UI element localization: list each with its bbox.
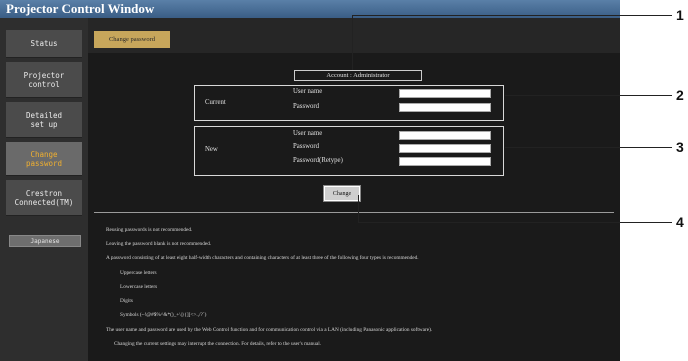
new-password-retype-input[interactable] [399,157,491,166]
current-user-name-input[interactable] [399,89,491,98]
new-user-name-label: User name [293,130,323,137]
sidebar-item-status[interactable]: Status [6,30,82,58]
sidebar-item-change-password[interactable]: Change password [6,142,82,176]
callout-1-leader [352,15,353,70]
callout-3-leader [505,147,672,148]
callout-2-leader [505,95,672,96]
note-sub-item: Symbols (~!@#$%^&*()_+\|}{][<>.,/?`) [120,312,207,318]
current-password-label: Password [293,103,320,110]
note-item: Changing the current settings may interr… [114,341,322,347]
callout-1-leader [352,15,672,16]
callout-number: 3 [676,139,684,155]
note-item: Reusing passwords is not recommended. [106,227,193,233]
note-item: The user name and password are used by t… [106,327,433,333]
callout-number: 2 [676,87,684,103]
new-credentials-box: New User name Password Password(Retype) [194,126,504,176]
current-label: Current [205,99,226,106]
divider [94,212,614,213]
current-credentials-box: Current User name Password [194,85,504,121]
sidebar-item-detailed-set-up[interactable]: Detailed set up [6,102,82,138]
account-label: Account : Administrator [294,70,422,81]
sidebar-item-crestron-connected[interactable]: Crestron Connected(TM) [6,180,82,216]
sidebar-item-projector-control[interactable]: Projector control [6,62,82,98]
projector-control-window: Projector Control Window Status Projecto… [0,0,620,361]
current-password-input[interactable] [399,103,491,112]
window-title: Projector Control Window [6,1,155,16]
note-item: A password consisting of at least eight … [106,255,419,261]
change-button[interactable]: Change [324,186,360,201]
new-password-retype-label: Password(Retype) [293,157,343,164]
callout-4-leader [358,222,672,223]
note-item: Leaving the password blank is not recomm… [106,241,212,247]
new-user-name-input[interactable] [399,131,491,140]
note-sub-item: Digits [120,298,133,304]
main-panel: Change password Account : Administrator … [88,18,620,361]
callout-4-leader [358,195,359,222]
new-password-label: Password [293,143,320,150]
note-sub-item: Uppercase letters [120,270,157,276]
new-label: New [205,146,218,153]
callout-number: 1 [676,7,684,23]
note-sub-item: Lowercase letters [120,284,158,290]
new-password-input[interactable] [399,144,491,153]
current-user-name-label: User name [293,88,323,95]
tab-change-password[interactable]: Change password [94,31,170,48]
sidebar: Status Projector control Detailed set up… [0,18,88,361]
language-button[interactable]: Japanese [9,235,81,247]
tab-strip: Change password [88,18,620,53]
callout-number: 4 [676,214,684,230]
